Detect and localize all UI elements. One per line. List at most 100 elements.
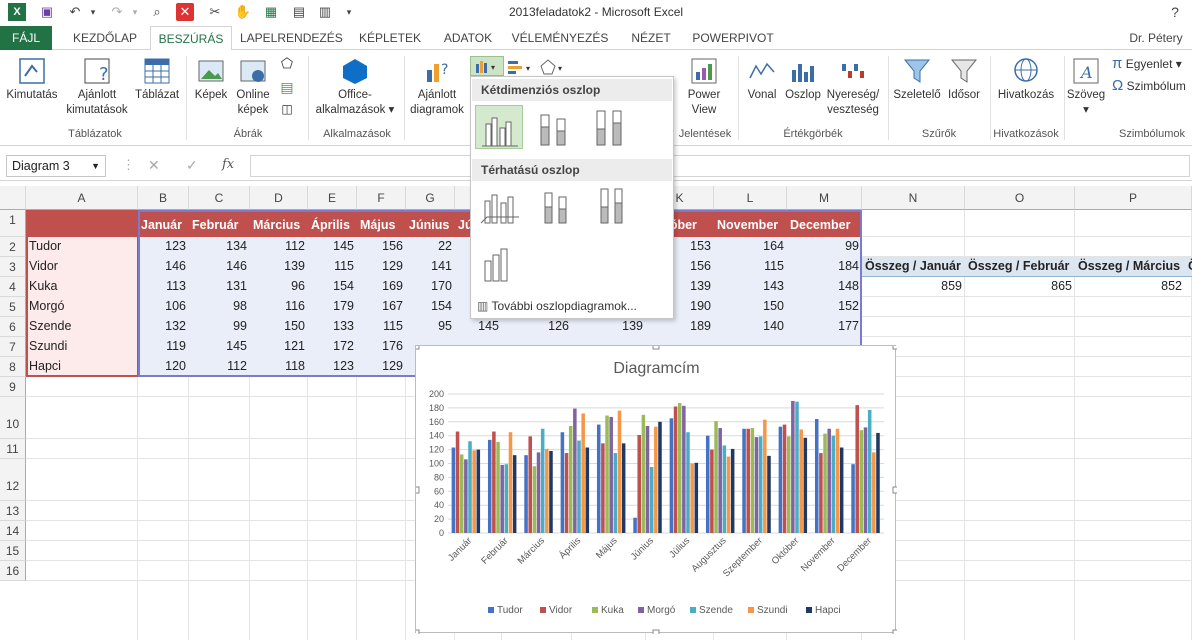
row-header[interactable]: 2: [0, 237, 26, 257]
pivot-value-cell[interactable]: 859: [862, 277, 965, 297]
pivot-header-cell[interactable]: Összeg / Február: [965, 257, 1075, 277]
row-header[interactable]: 12: [0, 459, 26, 501]
formula-cell[interactable]: [26, 418, 138, 438]
row-header[interactable]: 6: [0, 317, 26, 337]
pivot-header-cell[interactable]: Összeg / Január: [862, 257, 965, 277]
3d-100-stacked-column-option[interactable]: [587, 185, 635, 229]
table-button[interactable]: Táblázat: [132, 56, 182, 103]
pivot-header-cell[interactable]: Ö: [1185, 257, 1192, 277]
sparkline-winloss-button[interactable]: Nyereség/veszteség: [824, 56, 882, 118]
pivot-table-button[interactable]: Kimutatás: [2, 56, 62, 103]
row-header[interactable]: 4: [0, 277, 26, 297]
pivot-header-cell[interactable]: Összeg / Március: [1075, 257, 1185, 277]
tab-powerpivot[interactable]: POWERPIVOT: [690, 26, 776, 50]
shapes-button[interactable]: ⬠: [276, 56, 298, 71]
sparkline-line-button[interactable]: Vonal: [742, 56, 782, 103]
formula-input[interactable]: [250, 155, 1190, 177]
tab-home[interactable]: KEZDŐLAP: [66, 26, 144, 50]
description-cell[interactable]: [138, 397, 414, 417]
resize-handle: [412, 486, 420, 494]
column-header[interactable]: L: [714, 186, 787, 210]
column-header[interactable]: F: [357, 186, 406, 210]
insert-function-icon[interactable]: fx: [222, 157, 234, 172]
pivot-value-cell[interactable]: 852: [1075, 277, 1185, 297]
clustered-column-option[interactable]: [475, 105, 523, 149]
sparkline-column-button[interactable]: Oszlop: [782, 56, 824, 103]
text-button[interactable]: A Szöveg ▾: [1066, 56, 1106, 118]
row-header[interactable]: 16: [0, 561, 26, 581]
screenshot-button[interactable]: ◫: [276, 102, 298, 117]
chart-object[interactable]: Diagramcím 0 20 40 60 80 100 120 140 160 180 200 Jan…: [412, 342, 900, 637]
column-header[interactable]: O: [965, 186, 1075, 210]
3d-column-option[interactable]: [475, 241, 523, 285]
row-header[interactable]: 1: [0, 210, 26, 237]
pictures-button[interactable]: Képek: [190, 56, 232, 103]
more-column-charts-link[interactable]: ▥ További oszlopdiagramok...: [477, 299, 671, 313]
recommended-pivot-button[interactable]: ? Ajánlott kimutatások: [62, 56, 132, 118]
enter-icon[interactable]: ✓: [186, 157, 198, 174]
description-cell[interactable]: [138, 480, 414, 500]
more-options-icon: ⋮: [122, 157, 135, 172]
tab-page-layout[interactable]: LAPELRENDEZÉS: [240, 26, 343, 50]
tab-view[interactable]: NÉZET: [620, 26, 682, 50]
row-header[interactable]: 10: [0, 397, 26, 439]
column-header[interactable]: B: [138, 186, 189, 210]
stacked-column-option[interactable]: [531, 105, 579, 149]
office-apps-button[interactable]: Office-alkalmazások ▾: [312, 56, 398, 118]
column-header[interactable]: G: [406, 186, 455, 210]
select-all-corner[interactable]: [0, 186, 26, 210]
description-cell[interactable]: [138, 418, 414, 438]
row-header[interactable]: 15: [0, 541, 26, 561]
column-chart-button[interactable]: ▾: [470, 56, 504, 76]
tab-insert[interactable]: BESZÚRÁS: [150, 26, 232, 51]
symbol-button[interactable]: Ω Szimbólum: [1112, 78, 1192, 94]
column-header[interactable]: P: [1075, 186, 1192, 210]
tab-review[interactable]: VÉLEMÉNYEZÉS: [506, 26, 614, 50]
column-header[interactable]: M: [787, 186, 862, 210]
formula-cell[interactable]: [26, 397, 138, 417]
row-header[interactable]: 11: [0, 439, 26, 459]
name-box[interactable]: Diagram 3 ▼: [6, 155, 106, 177]
column-header[interactable]: A: [26, 186, 138, 210]
column-header[interactable]: E: [308, 186, 357, 210]
row-header[interactable]: 3: [0, 257, 26, 277]
table-icon: [144, 58, 170, 84]
description-cell[interactable]: [138, 439, 414, 459]
tab-data[interactable]: ADATOK: [436, 26, 500, 50]
row-header[interactable]: 5: [0, 297, 26, 317]
smartart-button[interactable]: ▤: [276, 80, 298, 95]
hyperlink-button[interactable]: Hivatkozás: [994, 56, 1058, 103]
3d-100-stacked-column-icon: [600, 188, 623, 224]
power-view-button[interactable]: Power View: [680, 56, 728, 118]
equation-button[interactable]: π Egyenlet ▾: [1112, 56, 1192, 72]
formula-cell[interactable]: [26, 459, 138, 479]
description-cell[interactable]: [138, 459, 414, 479]
formula-cell[interactable]: [26, 480, 138, 500]
pivot-value-cell[interactable]: 865: [965, 277, 1075, 297]
slicer-button[interactable]: Szeletelő: [892, 56, 942, 103]
formula-cell[interactable]: [26, 439, 138, 459]
row-header[interactable]: 14: [0, 521, 26, 541]
column-header[interactable]: D: [250, 186, 308, 210]
timeline-button[interactable]: Idősor: [942, 56, 986, 103]
tab-file[interactable]: FÁJL: [0, 26, 52, 50]
recommended-charts-button[interactable]: ? Ajánlott diagramok: [406, 56, 468, 118]
bar-chart-button[interactable]: ▾: [506, 58, 536, 76]
3d-stacked-column-option[interactable]: [531, 185, 579, 229]
radar-chart-button[interactable]: ▾: [538, 58, 568, 76]
row-header[interactable]: 9: [0, 377, 26, 397]
section-2d-column: Kétdimenziós oszlop: [472, 79, 672, 101]
row-header[interactable]: 8: [0, 357, 26, 377]
cancel-icon[interactable]: ✕: [148, 157, 160, 174]
column-header[interactable]: C: [189, 186, 250, 210]
user-name[interactable]: Dr. Pétery: [1120, 26, 1192, 50]
chevron-down-icon[interactable]: ▼: [91, 156, 100, 176]
tab-formulas[interactable]: KÉPLETEK: [350, 26, 430, 50]
100-stacked-column-option[interactable]: [587, 105, 635, 149]
online-pictures-button[interactable]: Online képek: [232, 56, 274, 118]
row-header[interactable]: 13: [0, 501, 26, 521]
column-header[interactable]: N: [862, 186, 965, 210]
row-header[interactable]: 7: [0, 337, 26, 357]
3d-clustered-column-option[interactable]: [475, 185, 523, 229]
help-icon[interactable]: ?: [1166, 3, 1184, 21]
